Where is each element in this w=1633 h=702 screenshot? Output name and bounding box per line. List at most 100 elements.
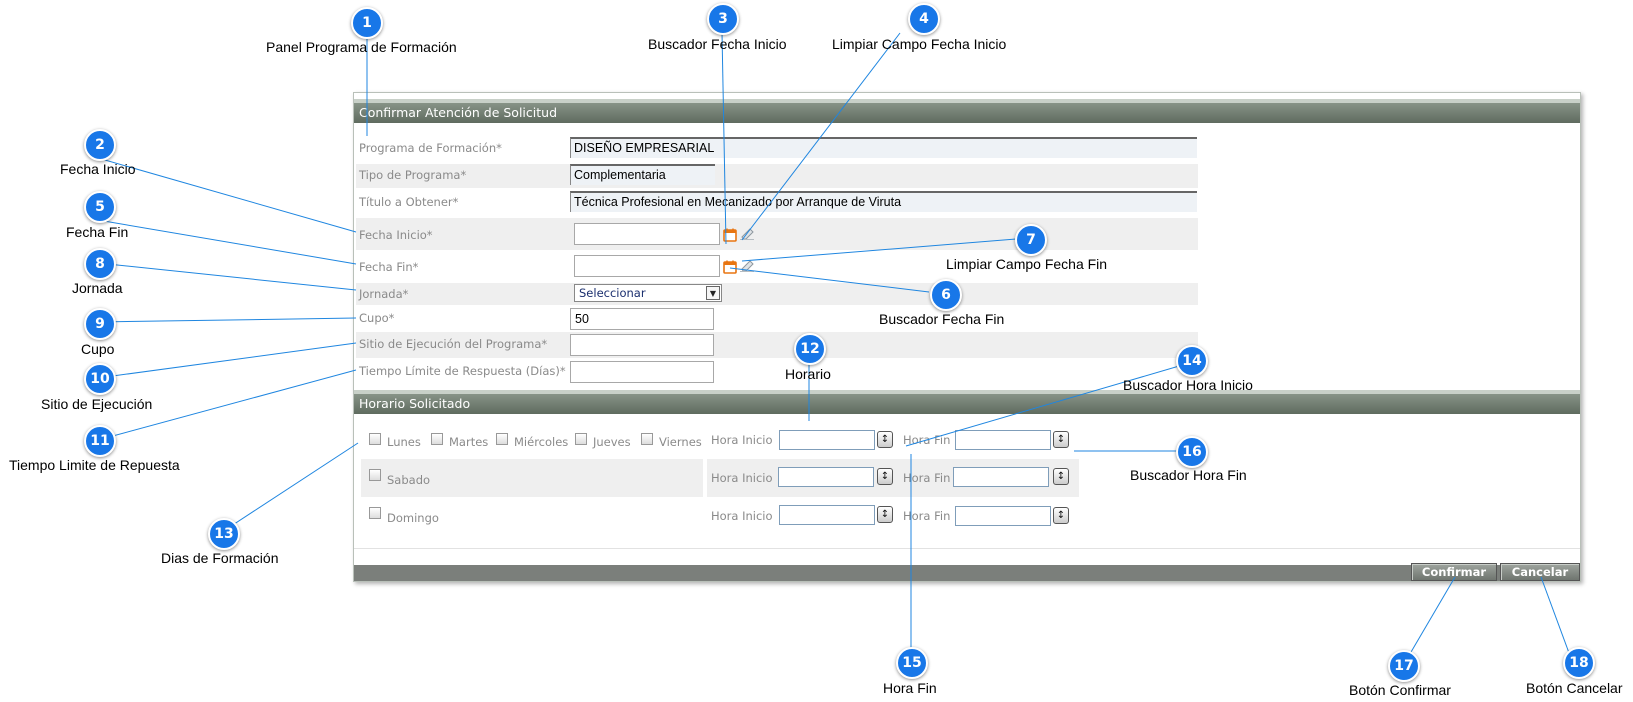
hora-fin-label: Hora Fin: [903, 433, 951, 447]
row-titulo: Título a Obtener* Técnica Profesional en…: [356, 191, 1198, 215]
callout-badge-5: 5: [84, 191, 116, 223]
hora-inicio-label: Hora Inicio: [711, 471, 773, 485]
jornada-select[interactable]: Seleccionar ▼: [574, 284, 722, 302]
callout-badge-4: 4: [908, 3, 940, 35]
callout-badge-1: 1: [351, 7, 383, 39]
tipo-label: Tipo de Programa*: [359, 168, 467, 182]
hora-fin-label: Hora Fin: [903, 471, 951, 485]
checkbox-martes[interactable]: [431, 433, 443, 445]
hora-inicio-label: Hora Inicio: [711, 509, 773, 523]
sitio-input[interactable]: [570, 334, 714, 356]
confirm-button[interactable]: Confirmar: [1411, 563, 1497, 581]
time-picker-icon[interactable]: ↕: [877, 468, 893, 485]
hora-fin-input-domingo[interactable]: [955, 506, 1051, 526]
hora-inicio-input-domingo[interactable]: [779, 505, 875, 525]
panel-header: Confirmar Atención de Solicitud: [354, 99, 1580, 123]
calendar-icon[interactable]: [723, 260, 737, 274]
hora-inicio-input-weekday[interactable]: [779, 430, 875, 450]
cancel-button[interactable]: Cancelar: [1500, 563, 1580, 581]
connector-5: [97, 219, 357, 265]
fecha-fin-label: Fecha Fin*: [359, 260, 419, 274]
row-tiempo: Tiempo Límite de Respuesta (Días)*: [356, 359, 1198, 385]
callout-label-1: Panel Programa de Formación: [266, 39, 457, 55]
row-programa: Programa de Formación* DISEÑO EMPRESARIA…: [356, 137, 1198, 161]
callout-badge-10: 10: [84, 363, 116, 395]
callout-label-6: Buscador Fecha Fin: [879, 311, 1005, 327]
callout-label-13: Dias de Formación: [161, 550, 279, 566]
checkbox-domingo[interactable]: [369, 507, 381, 519]
eraser-icon[interactable]: [739, 258, 755, 272]
callout-label-9: Cupo: [81, 341, 115, 357]
cupo-input[interactable]: [570, 308, 714, 330]
connector-8: [97, 262, 357, 291]
panel-title: Confirmar Atención de Solicitud: [359, 105, 558, 120]
day-label-miercoles: Miércoles: [514, 435, 569, 449]
hora-fin-input-weekday[interactable]: [955, 430, 1051, 450]
callout-badge-12: 12: [794, 333, 826, 365]
titulo-value: Técnica Profesional en Mecanizado por Ar…: [570, 191, 1197, 212]
hora-fin-input-sabado[interactable]: [953, 467, 1049, 487]
row-jornada: Jornada* Seleccionar ▼: [356, 283, 1198, 305]
day-label-jueves: Jueves: [593, 435, 631, 449]
connector-17: [1403, 576, 1456, 665]
callout-label-18: Botón Cancelar: [1526, 680, 1623, 696]
callout-badge-8: 8: [84, 248, 116, 280]
fecha-inicio-input[interactable]: [574, 223, 720, 245]
connector-10: [97, 342, 357, 379]
hora-fin-label: Hora Fin: [903, 509, 951, 523]
callout-badge-3: 3: [707, 3, 739, 35]
callout-badge-15: 15: [896, 647, 928, 679]
jornada-selected: Seleccionar: [579, 286, 646, 300]
fecha-fin-input[interactable]: [574, 255, 720, 277]
checkbox-viernes[interactable]: [641, 433, 653, 445]
callout-label-4: Limpiar Campo Fecha Inicio: [832, 36, 1007, 52]
confirm-request-panel: Confirmar Atención de Solicitud Programa…: [353, 92, 1581, 582]
connector-9: [97, 317, 357, 323]
hora-inicio-input-sabado[interactable]: [778, 467, 874, 487]
callout-label-16: Buscador Hora Fin: [1130, 467, 1247, 483]
panel-footer: [354, 565, 1580, 581]
day-label-viernes: Viernes: [659, 435, 702, 449]
callout-label-3: Buscador Fecha Inicio: [648, 36, 787, 52]
callout-label-8: Jornada: [72, 280, 123, 296]
checkbox-lunes[interactable]: [369, 433, 381, 445]
connector-18: [1540, 576, 1573, 662]
checkbox-jueves[interactable]: [575, 433, 587, 445]
connector-2: [97, 157, 357, 233]
checkbox-miercoles[interactable]: [496, 433, 508, 445]
callout-label-17: Botón Confirmar: [1349, 682, 1451, 698]
time-picker-icon[interactable]: ↕: [1053, 507, 1069, 524]
callout-label-12: Horario: [785, 366, 831, 382]
day-label-lunes: Lunes: [387, 435, 421, 449]
row-cupo: Cupo*: [356, 306, 1198, 331]
time-picker-icon[interactable]: ↕: [1053, 431, 1069, 448]
footer-divider: [354, 548, 1580, 549]
callout-label-7: Limpiar Campo Fecha Fin: [946, 256, 1108, 272]
time-picker-icon[interactable]: ↕: [877, 431, 893, 448]
time-picker-icon[interactable]: ↕: [1053, 468, 1069, 485]
day-label-martes: Martes: [449, 435, 489, 449]
callout-badge-17: 17: [1388, 650, 1420, 682]
callout-badge-7: 7: [1015, 224, 1047, 256]
callout-label-5: Fecha Fin: [66, 224, 129, 240]
callout-label-2: Fecha Inicio: [60, 161, 136, 177]
callout-badge-16: 16: [1176, 436, 1208, 468]
row-fecha-inicio: Fecha Inicio*: [356, 218, 1198, 250]
fecha-inicio-label: Fecha Inicio*: [359, 228, 433, 242]
connector-13: [221, 442, 359, 533]
tiempo-input[interactable]: [570, 361, 714, 383]
chevron-down-icon[interactable]: ▼: [706, 286, 720, 300]
horario-title: Horario Solicitado: [359, 396, 471, 411]
time-picker-icon[interactable]: ↕: [877, 506, 893, 523]
programa-label: Programa de Formación*: [359, 141, 502, 155]
hora-inicio-label: Hora Inicio: [711, 433, 773, 447]
jornada-label: Jornada*: [359, 287, 409, 301]
row-sitio: Sitio de Ejecución del Programa*: [356, 332, 1198, 358]
eraser-icon[interactable]: [739, 226, 755, 240]
callout-label-11: Tiempo Limite de Repuesta: [9, 457, 180, 473]
callout-label-15: Hora Fin: [883, 680, 937, 696]
sitio-label: Sitio de Ejecución del Programa*: [359, 337, 548, 351]
checkbox-sabado[interactable]: [369, 469, 381, 481]
calendar-icon[interactable]: [723, 228, 737, 242]
callout-badge-11: 11: [84, 425, 116, 457]
